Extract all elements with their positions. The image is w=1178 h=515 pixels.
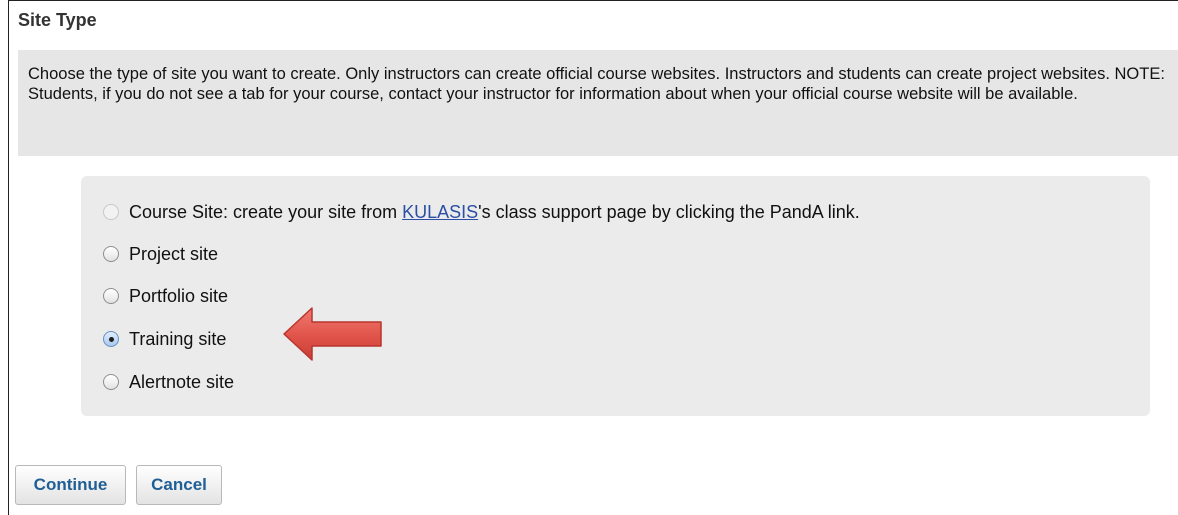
radio-course-site	[103, 204, 119, 220]
instructions-text: Choose the type of site you want to crea…	[18, 50, 1178, 156]
option-label: Training site	[129, 328, 227, 349]
arrow-pointer-icon	[283, 307, 382, 361]
radio-portfolio-site[interactable]	[103, 288, 119, 304]
radio-project-site[interactable]	[103, 246, 119, 262]
cancel-button[interactable]: Cancel	[136, 465, 222, 505]
option-training-site[interactable]: Training site	[103, 327, 226, 351]
option-label: Alertnote site	[129, 371, 235, 392]
site-type-options: Course Site: create your site from KULAS…	[81, 176, 1150, 416]
radio-training-site[interactable]	[103, 331, 119, 347]
radio-alertnote-site[interactable]	[103, 374, 119, 390]
continue-button[interactable]: Continue	[15, 465, 126, 505]
option-project-site[interactable]: Project site	[103, 242, 218, 266]
course-site-prefix: Course Site: create your site from	[129, 201, 403, 222]
option-label: Project site	[129, 243, 219, 264]
course-site-suffix: 's class support page by clicking the Pa…	[478, 201, 860, 222]
page-title: Site Type	[18, 10, 97, 30]
option-course-site: Course Site: create your site from KULAS…	[103, 200, 860, 224]
option-label: Portfolio site	[129, 285, 229, 306]
option-alertnote-site[interactable]: Alertnote site	[103, 370, 234, 394]
kulasis-link[interactable]: KULASIS	[402, 202, 478, 223]
option-portfolio-site[interactable]: Portfolio site	[103, 284, 228, 308]
